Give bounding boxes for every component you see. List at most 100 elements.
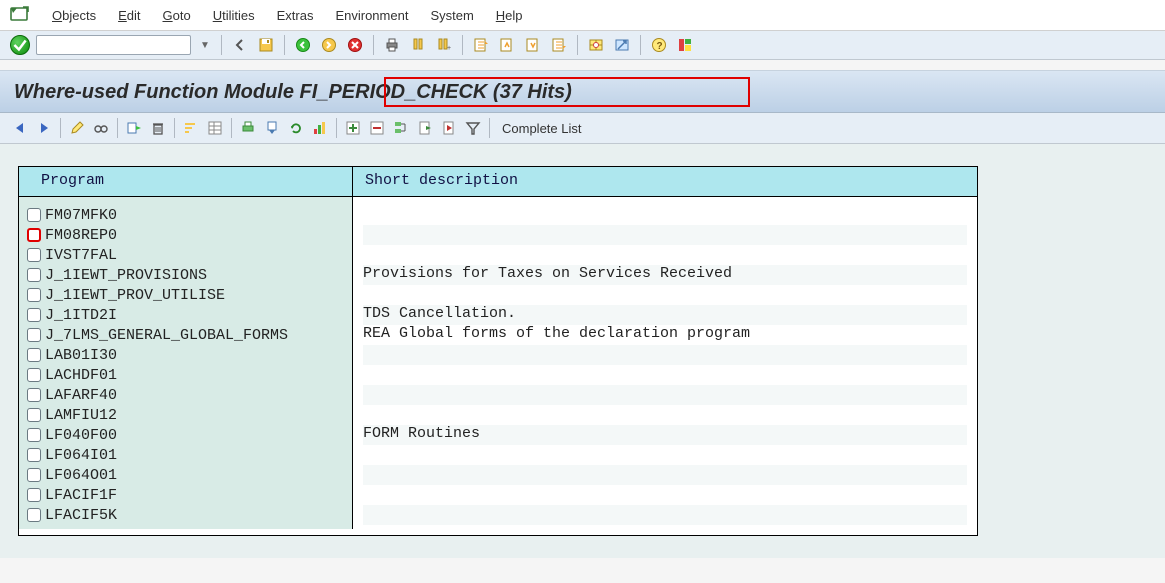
table-row[interactable]: LF064I01: [27, 445, 344, 465]
column-header-short-desc[interactable]: Short description: [353, 167, 977, 197]
expand-icon[interactable]: [343, 118, 363, 138]
find-icon[interactable]: [408, 35, 428, 55]
table-row[interactable]: LAFARF40: [27, 385, 344, 405]
command-history-dropdown[interactable]: ▼: [197, 35, 213, 55]
chart-icon[interactable]: [310, 118, 330, 138]
column-header-program[interactable]: Program: [19, 167, 353, 197]
assign-icon[interactable]: [124, 118, 144, 138]
program-name[interactable]: FM07MFK0: [45, 207, 117, 224]
command-field[interactable]: [36, 35, 191, 55]
table-row[interactable]: LFACIF1F: [27, 485, 344, 505]
program-name[interactable]: J_1IEWT_PROV_UTILISE: [45, 287, 225, 304]
row-checkbox[interactable]: [27, 228, 41, 242]
program-name[interactable]: LF064I01: [45, 447, 117, 464]
back-green-icon[interactable]: [293, 35, 313, 55]
next-page-icon[interactable]: [523, 35, 543, 55]
toolbar-separator: [174, 118, 175, 138]
table-row[interactable]: FM08REP0: [27, 225, 344, 245]
program-name[interactable]: LFACIF1F: [45, 487, 117, 504]
menu-edit[interactable]: Edit: [118, 8, 140, 23]
back-icon[interactable]: [230, 35, 250, 55]
filter-icon[interactable]: [463, 118, 483, 138]
program-name[interactable]: LAB01I30: [45, 347, 117, 364]
program-name[interactable]: J_7LMS_GENERAL_GLOBAL_FORMS: [45, 327, 288, 344]
nav-back-icon[interactable]: [10, 118, 30, 138]
svg-text:?: ?: [657, 41, 663, 52]
last-page-icon[interactable]: [549, 35, 569, 55]
collapse-icon[interactable]: [367, 118, 387, 138]
row-checkbox[interactable]: [27, 288, 41, 302]
table-row[interactable]: LF040F00: [27, 425, 344, 445]
menu-objects[interactable]: Objects: [52, 8, 96, 23]
table-row[interactable]: FM07MFK0: [27, 205, 344, 225]
row-checkbox[interactable]: [27, 268, 41, 282]
menu-goto[interactable]: Goto: [163, 8, 191, 23]
hier-exec-icon[interactable]: [391, 118, 411, 138]
program-name[interactable]: FM08REP0: [45, 227, 117, 244]
trash-icon[interactable]: [148, 118, 168, 138]
program-name[interactable]: LF040F00: [45, 427, 117, 444]
shortcut-icon[interactable]: [612, 35, 632, 55]
program-name[interactable]: LACHDF01: [45, 367, 117, 384]
table-row[interactable]: J_1IEWT_PROVISIONS: [27, 265, 344, 285]
menu-system[interactable]: System: [430, 8, 473, 23]
download-icon[interactable]: [262, 118, 282, 138]
row-checkbox[interactable]: [27, 348, 41, 362]
refresh-icon[interactable]: [286, 118, 306, 138]
table-row[interactable]: J_1ITD2I: [27, 305, 344, 325]
help-icon[interactable]: ?: [649, 35, 669, 55]
menu-extras[interactable]: Extras: [277, 8, 314, 23]
save-icon[interactable]: [256, 35, 276, 55]
complete-list-button[interactable]: Complete List: [502, 121, 581, 136]
cancel-icon[interactable]: [345, 35, 365, 55]
table-row[interactable]: LAMFIU12: [27, 405, 344, 425]
table-row[interactable]: LAB01I30: [27, 345, 344, 365]
glasses-icon[interactable]: [91, 118, 111, 138]
exit-icon[interactable]: [319, 35, 339, 55]
row-checkbox[interactable]: [27, 468, 41, 482]
program-name[interactable]: LAFARF40: [45, 387, 117, 404]
nav-forward-icon[interactable]: [34, 118, 54, 138]
sort-asc-icon[interactable]: [181, 118, 201, 138]
toolbar-separator: [577, 35, 578, 55]
row-checkbox[interactable]: [27, 428, 41, 442]
program-name[interactable]: LF064O01: [45, 467, 117, 484]
layout-icon[interactable]: [675, 35, 695, 55]
row-checkbox[interactable]: [27, 308, 41, 322]
row-checkbox[interactable]: [27, 508, 41, 522]
row-checkbox[interactable]: [27, 388, 41, 402]
doc-exec-icon[interactable]: [415, 118, 435, 138]
new-session-icon[interactable]: [586, 35, 606, 55]
table-row[interactable]: LF064O01: [27, 465, 344, 485]
row-checkbox[interactable]: [27, 248, 41, 262]
table-row[interactable]: IVST7FAL: [27, 245, 344, 265]
table-row[interactable]: LACHDF01: [27, 365, 344, 385]
row-checkbox[interactable]: [27, 448, 41, 462]
table-row[interactable]: J_1IEWT_PROV_UTILISE: [27, 285, 344, 305]
program-name[interactable]: J_1IEWT_PROVISIONS: [45, 267, 207, 284]
short-description: [363, 285, 967, 305]
row-checkbox[interactable]: [27, 408, 41, 422]
table-row[interactable]: LFACIF5K: [27, 505, 344, 525]
enter-button[interactable]: [10, 35, 30, 55]
program-name[interactable]: J_1ITD2I: [45, 307, 117, 324]
print-icon[interactable]: [382, 35, 402, 55]
program-name[interactable]: LFACIF5K: [45, 507, 117, 524]
program-name[interactable]: IVST7FAL: [45, 247, 117, 264]
menu-help[interactable]: Help: [496, 8, 523, 23]
program-name[interactable]: LAMFIU12: [45, 407, 117, 424]
row-checkbox[interactable]: [27, 328, 41, 342]
first-page-icon[interactable]: [471, 35, 491, 55]
find-next-icon[interactable]: +: [434, 35, 454, 55]
doc-play-icon[interactable]: [439, 118, 459, 138]
row-checkbox[interactable]: [27, 368, 41, 382]
table-icon[interactable]: [205, 118, 225, 138]
menu-environment[interactable]: Environment: [335, 8, 408, 23]
row-checkbox[interactable]: [27, 488, 41, 502]
menu-utilities[interactable]: Utilities: [213, 8, 255, 23]
printer-green-icon[interactable]: [238, 118, 258, 138]
row-checkbox[interactable]: [27, 208, 41, 222]
pencil-icon[interactable]: [67, 118, 87, 138]
prev-page-icon[interactable]: [497, 35, 517, 55]
table-row[interactable]: J_7LMS_GENERAL_GLOBAL_FORMS: [27, 325, 344, 345]
